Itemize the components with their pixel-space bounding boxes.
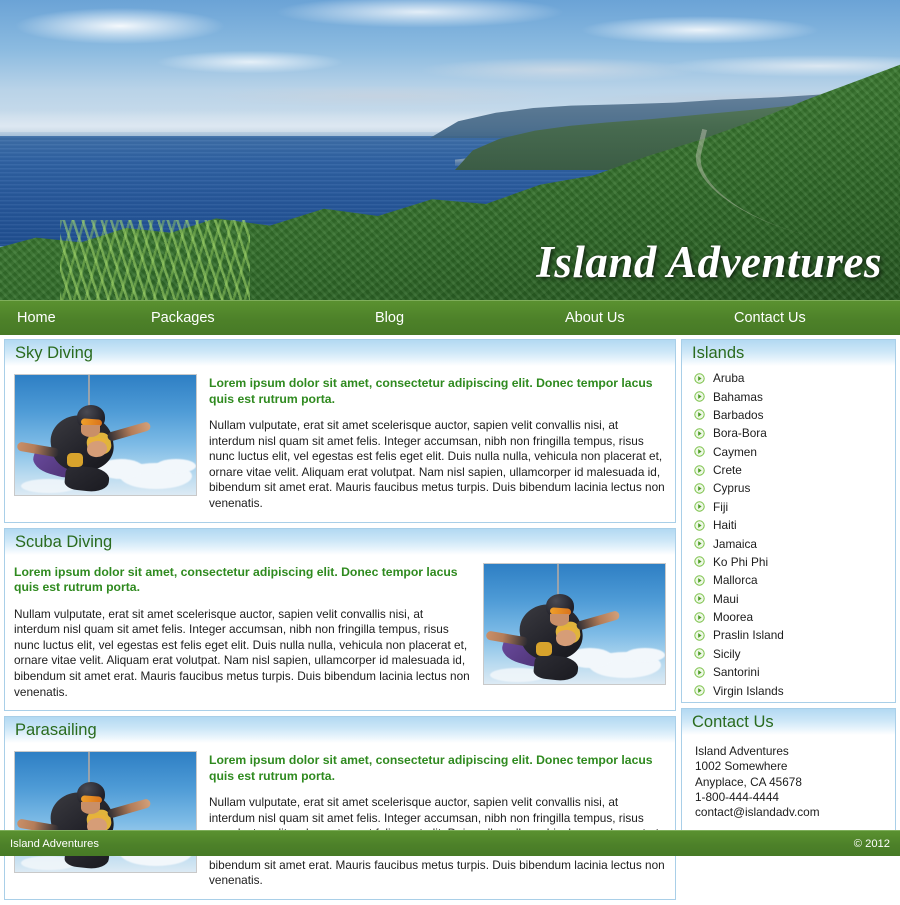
contact-details: Island Adventures 1002 Somewhere Anyplace,…: [682, 735, 895, 831]
circle-arrow-right-icon: [694, 409, 705, 421]
island-link[interactable]: Sicily: [713, 646, 741, 662]
island-link[interactable]: Bahamas: [713, 389, 763, 405]
island-link[interactable]: Caymen: [713, 444, 757, 460]
page-footer: Island Adventures © 2012: [0, 830, 900, 856]
article-panel-scuba-diving: Scuba Diving Lorem ipsum dolor sit amet,…: [4, 527, 676, 712]
contact-line: Island Adventures: [695, 743, 789, 758]
island-list-item[interactable]: Mallorca: [682, 571, 895, 589]
island-list-item[interactable]: Bahamas: [682, 387, 895, 405]
island-link[interactable]: Haiti: [713, 517, 737, 533]
site-title: Island Adventures: [536, 237, 882, 287]
nav-item-blog[interactable]: Blog: [375, 301, 404, 336]
island-list-item[interactable]: Santorini: [682, 663, 895, 681]
hero-banner: Island Adventures: [0, 0, 900, 300]
circle-arrow-right-icon: [694, 556, 705, 568]
article-panel-sky-diving: Sky Diving Lorem ipsum dolor sit amet, c…: [4, 339, 676, 523]
article-header: Scuba Diving: [5, 528, 675, 555]
hero-foreground-foliage: [60, 220, 250, 300]
island-list-item[interactable]: Caymen: [682, 443, 895, 461]
island-link[interactable]: Moorea: [713, 609, 753, 625]
islands-list: Aruba Bahamas Barbados Bora-Bora Caymen Crete…: [682, 366, 895, 702]
circle-arrow-right-icon: [694, 666, 705, 678]
island-list-item[interactable]: Sicily: [682, 645, 895, 663]
circle-arrow-right-icon: [694, 464, 705, 476]
circle-arrow-right-icon: [694, 446, 705, 457]
article-title: Parasailing: [15, 721, 97, 740]
contact-line: Anyplace, CA 45678: [695, 774, 802, 789]
circle-arrow-right-icon: [694, 501, 705, 513]
article-body: Lorem ipsum dolor sit amet, consectetur …: [5, 555, 675, 711]
article-body: Lorem ipsum dolor sit amet, consectetur …: [5, 743, 675, 899]
circle-arrow-right-icon: [694, 519, 705, 531]
contact-line: contact@islandadv.com: [695, 805, 820, 820]
island-link[interactable]: Virgin Islands: [713, 683, 784, 699]
island-link[interactable]: Mallorca: [713, 572, 758, 588]
contact-title: Contact Us: [692, 712, 774, 731]
island-list-item[interactable]: Jamaica: [682, 534, 895, 552]
island-link[interactable]: Aruba: [713, 370, 744, 386]
page-content: Sky Diving Lorem ipsum dolor sit amet, c…: [0, 335, 900, 900]
island-list-item[interactable]: Virgin Islands: [682, 681, 895, 699]
article-title: Scuba Diving: [15, 532, 113, 551]
circle-arrow-right-icon: [694, 593, 705, 604]
island-link[interactable]: Ko Phi Phi: [713, 554, 768, 570]
nav-item-about-us[interactable]: About Us: [565, 301, 625, 336]
page-root: Island Adventures Home Packages Blog Abo…: [0, 0, 900, 900]
article-header: Parasailing: [5, 717, 675, 744]
skydiving-photo: [14, 374, 197, 496]
circle-arrow-right-icon: [694, 685, 705, 696]
island-link[interactable]: Crete: [713, 462, 742, 478]
island-link[interactable]: Cyprus: [713, 480, 750, 496]
sidebar: Islands Aruba Bahamas Barbados Bora-Bora Cay…: [681, 339, 896, 837]
circle-arrow-right-icon: [694, 630, 705, 641]
circle-arrow-right-icon: [694, 538, 705, 549]
island-list-item[interactable]: Aruba: [682, 369, 895, 387]
island-list-item[interactable]: Crete: [682, 461, 895, 479]
footer-copyright: © 2012: [853, 837, 890, 850]
island-list-item[interactable]: Ko Phi Phi: [682, 553, 895, 571]
islands-header: Islands: [682, 340, 895, 366]
circle-arrow-right-icon: [694, 611, 705, 623]
skydiving-photo: [483, 562, 666, 685]
circle-arrow-right-icon: [694, 648, 705, 660]
island-link[interactable]: Bora-Bora: [713, 425, 767, 441]
island-list-item[interactable]: Moorea: [682, 608, 895, 626]
contact-panel: Contact Us Island Adventures 1002 Somewhe…: [681, 707, 896, 832]
circle-arrow-right-icon: [694, 575, 705, 586]
contact-line: 1002 Somewhere: [695, 759, 788, 774]
article-body: Lorem ipsum dolor sit amet, consectetur …: [5, 366, 675, 522]
island-link[interactable]: Fiji: [713, 499, 728, 515]
nav-item-home[interactable]: Home: [17, 301, 56, 336]
island-list-item[interactable]: Haiti: [682, 516, 895, 534]
nav-item-packages[interactable]: Packages: [151, 301, 215, 336]
contact-header: Contact Us: [682, 708, 895, 735]
article-panel-parasailing: Parasailing Lorem ipsum dolor sit amet, …: [4, 716, 676, 900]
article-header: Sky Diving: [5, 340, 675, 366]
nav-item-contact-us[interactable]: Contact Us: [734, 301, 806, 336]
island-link[interactable]: Jamaica: [713, 536, 757, 552]
island-list-item[interactable]: Maui: [682, 590, 895, 608]
circle-arrow-right-icon: [694, 372, 705, 384]
island-list-item[interactable]: Cyprus: [682, 479, 895, 497]
contact-line: 1-800-444-4444: [695, 789, 779, 804]
island-list-item[interactable]: Praslin Island: [682, 626, 895, 644]
circle-arrow-right-icon: [694, 483, 705, 494]
island-list-item[interactable]: Fiji: [682, 498, 895, 516]
island-list-item[interactable]: Bora-Bora: [682, 424, 895, 442]
islands-panel: Islands Aruba Bahamas Barbados Bora-Bora Cay…: [681, 339, 896, 703]
island-link[interactable]: Santorini: [713, 664, 760, 680]
island-list-item[interactable]: Barbados: [682, 406, 895, 424]
island-link[interactable]: Maui: [713, 591, 739, 607]
article-title: Sky Diving: [15, 344, 93, 362]
islands-title: Islands: [692, 344, 745, 362]
circle-arrow-right-icon: [694, 428, 705, 439]
main-navigation: Home Packages Blog About Us Contact Us: [0, 300, 900, 335]
island-link[interactable]: Praslin Island: [713, 627, 784, 643]
footer-site-name: Island Adventures: [10, 837, 99, 850]
island-link[interactable]: Barbados: [713, 407, 764, 423]
circle-arrow-right-icon: [694, 391, 705, 402]
main-column: Sky Diving Lorem ipsum dolor sit amet, c…: [4, 339, 676, 905]
